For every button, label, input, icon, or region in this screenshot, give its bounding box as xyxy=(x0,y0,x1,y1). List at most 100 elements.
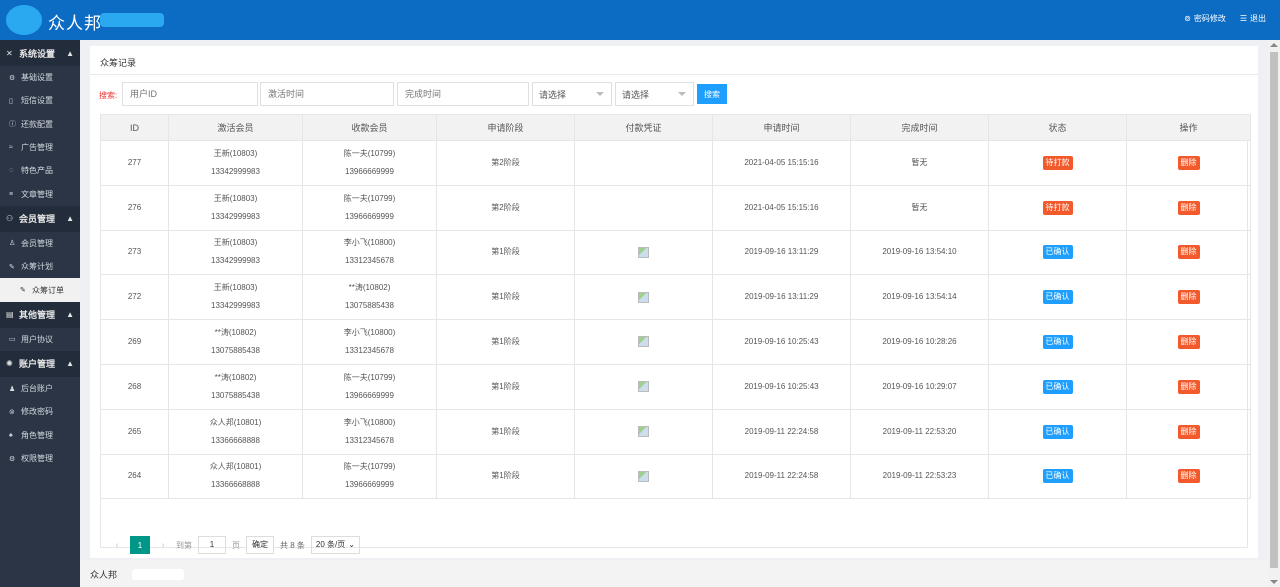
edit-icon: ✎ xyxy=(20,287,26,295)
page-size-select[interactable]: 20 条/页 ⌄ xyxy=(310,536,360,554)
next-page-icon[interactable]: › xyxy=(156,540,170,551)
sidebar-group-other[interactable]: ▤ 其他管理 ▲ xyxy=(0,301,80,328)
scroll-up-icon[interactable] xyxy=(1270,43,1278,47)
cell-apply-time: 2021-04-05 15:15:16 xyxy=(712,140,851,186)
sidebar-item-repay-config[interactable]: ⓘ 还款配置 xyxy=(0,113,80,136)
table-row: 268 **涛(10802) 13075885438 陈一夫(10799) 139666… xyxy=(100,363,1251,410)
member-phone: 13342999983 xyxy=(211,211,260,221)
footer-text: 众人邦 xyxy=(90,570,118,580)
wifi-icon: ≈ xyxy=(9,144,13,152)
delete-button[interactable]: 删除 xyxy=(1177,379,1200,394)
redacted-footer-text xyxy=(132,569,184,580)
sidebar-group-members[interactable]: ⚇ 会员管理 ▲ xyxy=(0,205,80,232)
menu-icon: ≡ xyxy=(9,190,14,198)
status-badge[interactable]: 已确认 xyxy=(1042,424,1073,439)
voucher-image[interactable] xyxy=(638,291,649,303)
sidebar-item-crowdfund-orders[interactable]: ✎ 众筹订单 xyxy=(0,278,80,302)
user-lock-icon: ⚇ xyxy=(6,214,14,224)
status-badge[interactable]: 已确认 xyxy=(1042,335,1073,350)
gear-icon: ⚙ xyxy=(9,455,16,463)
search-label: 搜索: xyxy=(99,91,118,100)
sidebar-group-system[interactable]: ✕ 系统设置 ▲ xyxy=(0,40,80,66)
stage-select[interactable]: 请选择 xyxy=(615,82,694,106)
member-phone: 13966669999 xyxy=(345,480,394,490)
status-select[interactable]: 请选择 xyxy=(532,82,612,106)
activate-time-input[interactable] xyxy=(260,82,394,106)
member-phone: 13366668888 xyxy=(211,435,260,445)
cell-id: 265 xyxy=(100,408,169,455)
cell-apply-time: 2019-09-16 10:25:43 xyxy=(712,363,851,410)
cell-receive-member: 李小飞(10800) 13312345678 xyxy=(302,319,437,365)
col-receive-member: 收款会员 xyxy=(302,114,437,141)
status-badge[interactable]: 已确认 xyxy=(1042,379,1073,394)
cell-stage: 第1阶段 xyxy=(436,319,575,365)
prev-page-icon[interactable]: ‹ xyxy=(110,540,124,551)
complete-time-input[interactable] xyxy=(397,82,529,106)
status-badge[interactable]: 待打款 xyxy=(1042,155,1073,170)
status-badge[interactable]: 已确认 xyxy=(1042,245,1073,260)
cell-apply-time: 2019-09-11 22:24:58 xyxy=(712,408,851,455)
gear-icon: ✺ xyxy=(6,359,13,369)
delete-button[interactable]: 删除 xyxy=(1177,335,1200,350)
sidebar-item-products[interactable]: ◌ 特色产品 xyxy=(0,159,80,182)
member-phone: 13366668888 xyxy=(211,480,260,490)
scroll-down-icon[interactable] xyxy=(1270,580,1278,584)
cell-action: 删除 xyxy=(1126,319,1251,365)
cell-stage: 第1阶段 xyxy=(436,229,575,276)
sidebar-group-account[interactable]: ✺ 账户管理 ▲ xyxy=(0,350,80,377)
voucher-image[interactable] xyxy=(638,426,649,438)
delete-button[interactable]: 删除 xyxy=(1177,200,1200,215)
page-1-button[interactable]: 1 xyxy=(130,536,150,554)
sidebar-item-roles[interactable]: ♠ 角色管理 xyxy=(0,424,80,447)
delete-button[interactable]: 删除 xyxy=(1177,424,1200,439)
goto-page-input[interactable]: 1 xyxy=(198,536,226,554)
sidebar-item-change-password[interactable]: ⊚ 修改密码 xyxy=(0,400,80,423)
table-row: 269 **涛(10802) 13075885438 李小飞(10800) 133123… xyxy=(100,319,1251,365)
table-row: 277 王新(10803) 13342999983 陈一夫(10799) 1396666… xyxy=(100,140,1251,186)
sidebar-item-user-agreement[interactable]: ▭ 用户协议 xyxy=(0,328,80,351)
voucher-image[interactable] xyxy=(638,246,649,258)
scroll-thumb[interactable] xyxy=(1270,52,1278,568)
redacted-logo-text xyxy=(100,13,164,27)
table-body: 277 王新(10803) 13342999983 陈一夫(10799) 1396666… xyxy=(100,140,1251,500)
sidebar-item-articles[interactable]: ≡ 文章管理 xyxy=(0,182,80,205)
delete-button[interactable]: 删除 xyxy=(1177,155,1200,170)
sidebar-item-member-manage[interactable]: ♙ 会员管理 xyxy=(0,232,80,255)
main-panel: 众筹记录 搜索: 请选择 请选择 搜索 ID 激活会员 收款会员 申请阶段 付款… xyxy=(90,46,1258,558)
goto-confirm-button[interactable]: 确定 xyxy=(246,536,274,554)
member-phone: 13312345678 xyxy=(345,256,394,266)
sidebar-item-permissions[interactable]: ⚙ 权限管理 xyxy=(0,447,80,470)
status-badge[interactable]: 已确认 xyxy=(1042,290,1073,305)
voucher-image[interactable] xyxy=(638,470,649,482)
sidebar-item-sms-settings[interactable]: ▯ 短信设置 xyxy=(0,89,80,112)
cell-id: 276 xyxy=(100,184,169,231)
voucher-image[interactable] xyxy=(638,381,649,393)
list-icon: ☰ xyxy=(1239,14,1247,23)
member-name: 王新(10803) xyxy=(213,148,258,158)
cell-done-time: 2019-09-11 22:53:23 xyxy=(850,453,989,500)
sidebar-item-basic-settings[interactable]: ⚙ 基础设置 xyxy=(0,66,80,89)
status-badge[interactable]: 待打款 xyxy=(1042,200,1073,215)
member-phone: 13075885438 xyxy=(211,346,260,356)
cell-apply-time: 2019-09-16 13:11:29 xyxy=(712,229,851,276)
page-scrollbar[interactable] xyxy=(1268,40,1280,587)
cell-status: 已确认 xyxy=(988,319,1127,365)
delete-button[interactable]: 删除 xyxy=(1177,290,1200,305)
col-action: 操作 xyxy=(1126,114,1251,141)
voucher-image[interactable] xyxy=(638,336,649,348)
status-badge[interactable]: 已确认 xyxy=(1042,469,1073,484)
delete-button[interactable]: 删除 xyxy=(1177,469,1200,484)
delete-button[interactable]: 删除 xyxy=(1177,245,1200,260)
col-status: 状态 xyxy=(988,114,1127,141)
cell-receive-member: 陈一夫(10799) 13966669999 xyxy=(302,140,437,186)
sidebar-item-admin-accounts[interactable]: ♟ 后台账户 xyxy=(0,377,80,400)
cell-voucher xyxy=(574,140,713,186)
sidebar-item-ads[interactable]: ≈ 广告管理 xyxy=(0,136,80,159)
logout-link[interactable]: ☰ 退出 xyxy=(1240,13,1266,24)
cell-id: 277 xyxy=(100,140,169,186)
cell-receive-member: 陈一夫(10799) 13966669999 xyxy=(302,453,437,500)
user-id-input[interactable] xyxy=(122,82,258,106)
change-password-link[interactable]: ⊚ 密码修改 xyxy=(1184,13,1226,24)
search-button[interactable]: 搜索 xyxy=(697,84,727,104)
sidebar-item-crowdfund-plan[interactable]: ✎ 众筹计划 xyxy=(0,255,80,278)
